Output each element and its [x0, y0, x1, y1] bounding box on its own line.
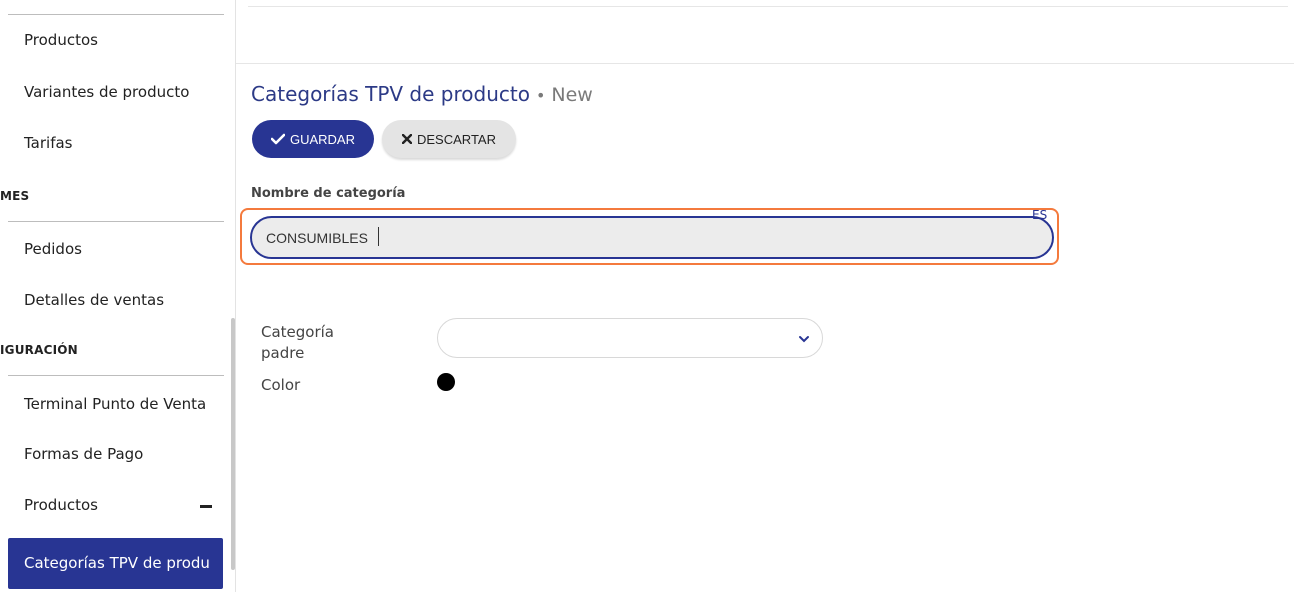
sidebar-section-header: MES [0, 189, 30, 203]
breadcrumb-separator: • [535, 86, 546, 105]
parent-category-select[interactable] [437, 318, 823, 358]
close-icon [402, 134, 412, 144]
breadcrumb-title[interactable]: Categorías TPV de producto [251, 82, 530, 106]
sidebar-divider [8, 221, 224, 222]
top-bar-border [248, 6, 1288, 7]
save-button-label: GUARDAR [289, 131, 355, 147]
collapse-icon[interactable] [200, 505, 212, 508]
language-badge[interactable]: ES [1032, 208, 1047, 222]
sidebar-divider [8, 375, 224, 376]
parent-category-label: Categoría padre [261, 323, 335, 362]
sidebar-item-terminal[interactable]: Terminal Punto de Venta [24, 395, 206, 413]
sidebar-section-header: IGURACIÓN [0, 343, 78, 357]
sidebar-item-productos[interactable]: Productos [24, 31, 98, 49]
sidebar-item-pedidos[interactable]: Pedidos [24, 240, 82, 258]
color-swatch[interactable] [437, 373, 455, 391]
sidebar-item-categorias-active[interactable]: Categorías TPV de produ [8, 538, 223, 589]
sidebar-scrollbar[interactable] [231, 318, 235, 570]
sidebar-item-tarifas[interactable]: Tarifas [24, 134, 73, 152]
sidebar-item-productos-group[interactable]: Productos [24, 496, 98, 514]
color-label: Color [261, 376, 301, 394]
save-button[interactable]: GUARDAR [252, 120, 374, 158]
chevron-down-icon [799, 336, 809, 343]
category-name-label: Nombre de categoría [251, 186, 406, 201]
sidebar-item-detalles-ventas[interactable]: Detalles de ventas [24, 291, 164, 309]
sidebar-item-formas-pago[interactable]: Formas de Pago [24, 445, 143, 463]
page-title: Categorías TPV de producto • New [251, 82, 593, 106]
check-icon [270, 133, 285, 145]
category-name-input[interactable] [250, 216, 1054, 259]
sidebar: Productos Variantes de producto Tarifas … [0, 0, 236, 592]
text-cursor [378, 227, 379, 246]
discard-button-label: DESCARTAR [417, 131, 496, 147]
sidebar-divider [8, 14, 224, 15]
sidebar-item-variantes[interactable]: Variantes de producto [24, 83, 189, 101]
record-status: New [551, 84, 593, 106]
top-bar [236, 0, 1294, 64]
discard-button[interactable]: DESCARTAR [382, 120, 516, 158]
